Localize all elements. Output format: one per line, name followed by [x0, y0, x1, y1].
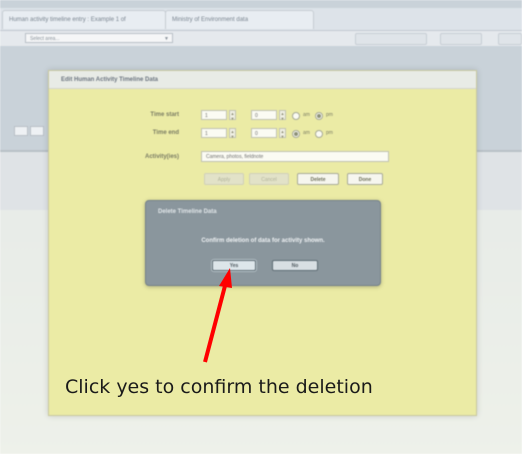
time-end-minute-spinner[interactable]: ▲ ▼	[279, 128, 286, 139]
modal-title: Delete Timeline Data	[158, 209, 217, 215]
left-control-1[interactable]	[14, 126, 28, 136]
toolbar: Select area... ▼	[0, 31, 522, 46]
toolbar-button-1[interactable]	[355, 33, 427, 45]
time-end-hour-spinner[interactable]: ▲ ▼	[229, 128, 236, 139]
time-start-pm-radio[interactable]	[315, 112, 323, 120]
activity-label: Activity(ies)	[144, 154, 179, 160]
time-start-minute-input[interactable]: 0	[251, 110, 277, 120]
time-end-am-label: am	[303, 130, 310, 136]
no-button[interactable]: No	[272, 260, 318, 271]
time-start-am-label: am	[303, 112, 310, 118]
delete-confirm-modal: Delete Timeline Data Confirm deletion of…	[145, 200, 381, 286]
toolbar-button-3[interactable]	[498, 33, 522, 45]
cancel-button[interactable]: Cancel	[249, 173, 289, 185]
left-control-2[interactable]	[30, 126, 44, 136]
time-start-hour-input[interactable]: 1	[201, 110, 227, 120]
time-start-minute-spinner[interactable]: ▲ ▼	[279, 110, 286, 121]
time-end-label: Time end	[152, 130, 179, 136]
browser-tab-1[interactable]: Human activity timeline entry : Example …	[2, 10, 166, 29]
yes-button[interactable]: Yes	[212, 260, 256, 271]
dialog-title: Edit Human Activity Timeline Data	[49, 71, 476, 89]
toolbar-button-2[interactable]	[440, 33, 482, 45]
area-select-value: Select area...	[30, 36, 60, 42]
apply-button[interactable]: Apply	[204, 173, 244, 185]
done-button[interactable]: Done	[347, 173, 383, 185]
delete-button[interactable]: Delete	[297, 173, 339, 185]
modal-message: Confirm deletion of data for activity sh…	[201, 238, 325, 244]
time-end-hour-input[interactable]: 1	[201, 128, 227, 138]
browser-tab-2[interactable]: Ministry of Environment data	[165, 10, 314, 29]
browser-tab-bar: Human activity timeline entry : Example …	[0, 8, 522, 31]
time-start-label: Time start	[150, 112, 179, 118]
annotation-caption: Click yes to confirm the deletion	[65, 376, 373, 398]
time-end-pm-radio[interactable]	[315, 130, 323, 138]
time-end-minute-input[interactable]: 0	[251, 128, 277, 138]
chevron-down-icon: ▼	[164, 36, 169, 42]
time-end-am-radio[interactable]	[292, 130, 300, 138]
time-start-hour-spinner[interactable]: ▲ ▼	[229, 110, 236, 121]
time-start-am-radio[interactable]	[292, 112, 300, 120]
time-end-pm-label: pm	[326, 130, 333, 136]
area-select[interactable]: Select area... ▼	[25, 33, 173, 43]
time-start-pm-label: pm	[326, 112, 333, 118]
activity-input[interactable]: Camera, photos, fieldnote	[201, 151, 389, 162]
